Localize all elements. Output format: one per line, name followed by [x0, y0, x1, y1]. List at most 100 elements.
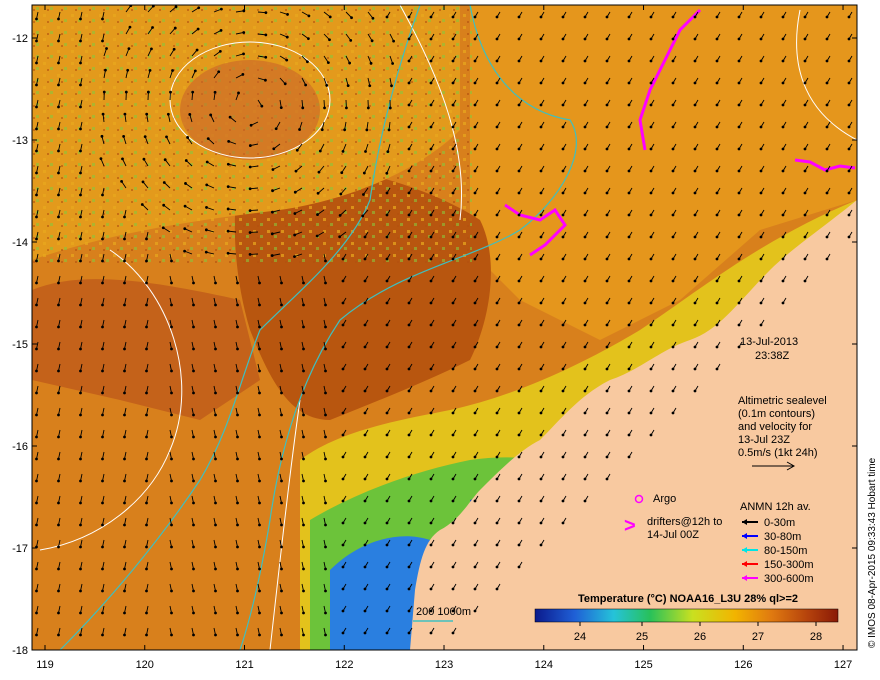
colorbar-tick-label: 25 [636, 631, 648, 643]
velocity-arrow-head [79, 215, 82, 219]
velocity-arrow-head [715, 59, 719, 63]
velocity-arrow-head [627, 191, 631, 195]
velocity-arrow-head [101, 523, 104, 527]
velocity-arrow-head [57, 17, 60, 21]
velocity-arrow-head [407, 279, 411, 283]
velocity-arrow-head [803, 103, 807, 107]
velocity-arrow-head [407, 455, 411, 459]
velocity-arrow-head [293, 212, 297, 215]
velocity-arrow-head [451, 631, 455, 635]
velocity-arrow-head [258, 479, 261, 483]
velocity-arrow-head [170, 501, 173, 505]
velocity-arrow-head [605, 15, 609, 19]
velocity-arrow-head [361, 214, 365, 218]
velocity-arrow-head [781, 125, 785, 129]
velocity-arrow-head [236, 391, 239, 395]
velocity-arrow-head [242, 31, 246, 34]
velocity-arrow-head [803, 59, 807, 63]
velocity-arrow-head [539, 147, 543, 151]
velocity-arrow-head [57, 545, 60, 549]
velocity-arrow-head [561, 37, 565, 41]
velocity-arrow-head [79, 303, 82, 307]
velocity-arrow-head [803, 279, 807, 283]
velocity-arrow-head [429, 15, 433, 19]
velocity-arrow-head [385, 411, 389, 415]
velocity-arrow-head [386, 150, 390, 154]
velocity-arrow-head [195, 48, 199, 52]
velocity-arrow-head [258, 435, 261, 439]
velocity-arrow-head [57, 193, 60, 197]
lat-tick-label: -12 [12, 33, 28, 45]
velocity-arrow-head [35, 589, 38, 593]
velocity-arrow-head [561, 367, 565, 371]
velocity-arrow-head [495, 499, 499, 503]
velocity-arrow-head [214, 479, 217, 483]
velocity-arrow-head [451, 455, 455, 459]
velocity-arrow-head [605, 433, 609, 437]
lat-tick-label: -16 [12, 441, 28, 453]
velocity-arrow-head [715, 37, 719, 41]
velocity-arrow-head [451, 345, 455, 349]
velocity-arrow-head [495, 235, 499, 239]
velocity-arrow-head [57, 589, 60, 593]
velocity-arrow-head [561, 323, 565, 327]
velocity-arrow-head [79, 83, 82, 87]
velocity-arrow-head [627, 59, 631, 63]
velocity-arrow-head [258, 303, 261, 307]
velocity-arrow-head [627, 345, 631, 349]
velocity-arrow-head [407, 147, 411, 151]
velocity-arrow-head [169, 90, 172, 94]
velocity-arrow-head [605, 169, 609, 173]
velocity-arrow-head [473, 59, 477, 63]
velocity-arrow-head [473, 323, 477, 327]
velocity-arrow-head [429, 631, 433, 635]
velocity-arrow-head [451, 191, 455, 195]
velocity-arrow-head [280, 457, 283, 461]
velocity-arrow-head [316, 213, 319, 216]
velocity-arrow-head [302, 281, 305, 285]
velocity-arrow-head [649, 169, 653, 173]
velocity-arrow-head [517, 81, 521, 85]
velocity-arrow-head [561, 169, 565, 173]
velocity-arrow-head [693, 345, 697, 349]
velocity-arrow-head [101, 237, 104, 241]
velocity-arrow-head [407, 367, 411, 371]
velocity-arrow-head [605, 323, 609, 327]
lat-tick-label: -17 [12, 543, 28, 555]
velocity-arrow-head [693, 191, 697, 195]
velocity-arrow-head [279, 106, 283, 110]
velocity-arrow-head [759, 59, 763, 63]
velocity-arrow-head [192, 523, 195, 527]
velocity-arrow-head [391, 62, 395, 65]
velocity-arrow-head [759, 301, 763, 305]
velocity-arrow-head [214, 413, 217, 417]
velocity-arrow-head [324, 281, 327, 285]
velocity-arrow-head [473, 477, 477, 481]
velocity-arrow-head [561, 235, 565, 239]
velocity-arrow-head [561, 81, 565, 85]
velocity-arrow-head [145, 633, 148, 637]
velocity-arrow-head [451, 257, 455, 261]
velocity-arrow-head [123, 567, 126, 571]
velocity-arrow-head [363, 565, 367, 569]
velocity-arrow-head [671, 257, 675, 261]
velocity-arrow-head [473, 587, 477, 591]
velocity-arrow-head [693, 169, 697, 173]
velocity-arrow-head [165, 135, 168, 139]
velocity-arrow-head [101, 281, 104, 285]
velocity-arrow-head [671, 367, 675, 371]
velocity-arrow-head [495, 455, 499, 459]
velocity-arrow-head [294, 169, 298, 173]
isobath-label: 200 1000m [416, 606, 471, 618]
velocity-arrow-head [473, 499, 477, 503]
velocity-arrow-head [270, 254, 274, 257]
velocity-arrow-head [407, 301, 411, 305]
velocity-arrow-head [302, 567, 305, 571]
velocity-arrow-head [324, 347, 327, 351]
velocity-arrow-head [693, 301, 697, 305]
velocity-arrow-head [517, 565, 521, 569]
velocity-arrow-head [214, 589, 217, 593]
velocity-arrow-head [236, 479, 239, 483]
velocity-arrow-head [205, 183, 209, 187]
velocity-arrow-head [781, 279, 785, 283]
